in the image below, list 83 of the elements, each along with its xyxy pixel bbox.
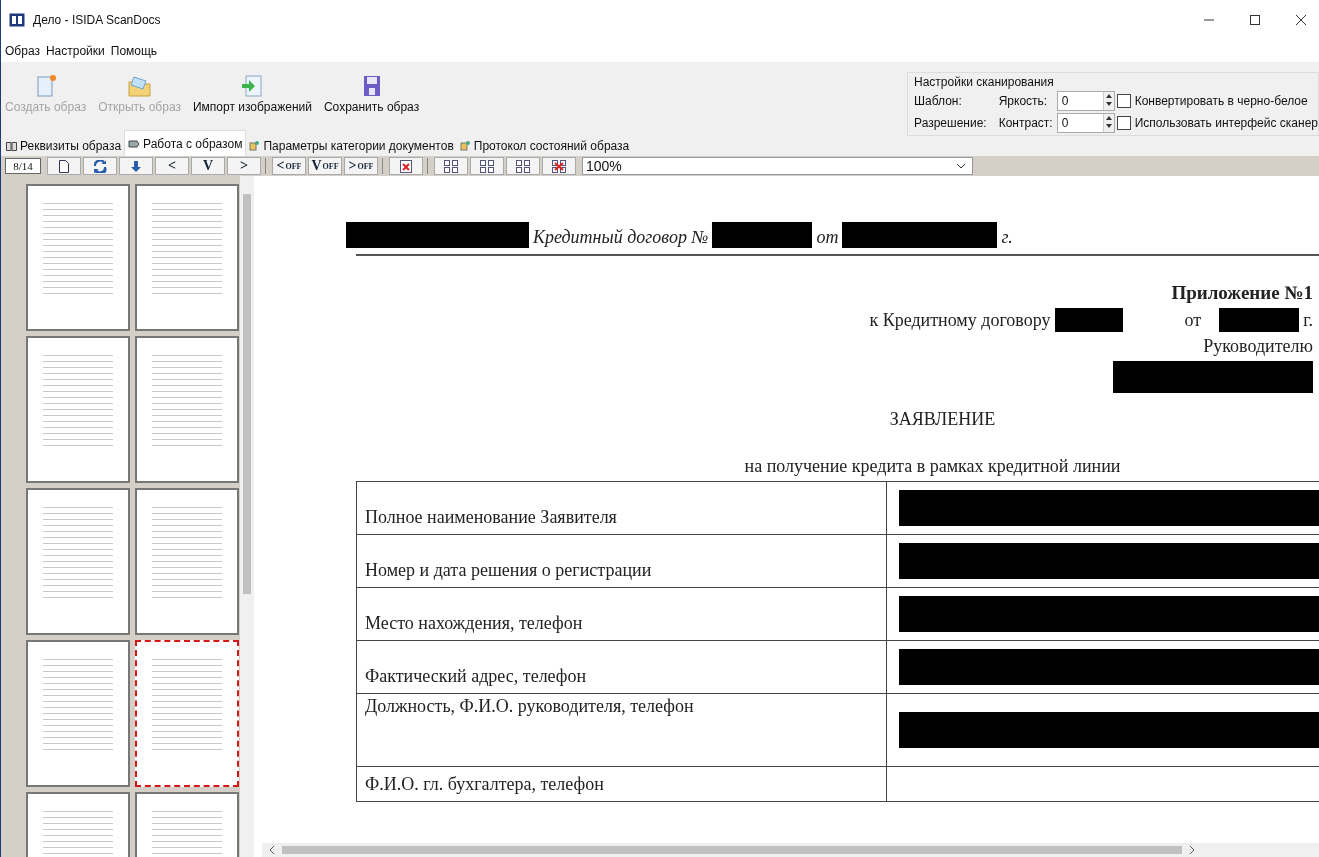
field-label: Яркость:	[998, 94, 1049, 108]
grid-button[interactable]	[470, 157, 504, 175]
document-subheading: на получение кредита в рамках кредитной линии	[744, 456, 1121, 477]
group-title: Настройки сканирования	[914, 75, 1055, 89]
tab[interactable]: Протокол состояний образа	[456, 135, 633, 156]
close-icon[interactable]	[1295, 14, 1307, 26]
down-arrow-button[interactable]	[119, 157, 153, 175]
grid-delete-icon	[551, 159, 567, 173]
grid-icon	[515, 159, 531, 173]
table-cell: Место нахождения, телефон	[357, 588, 887, 640]
delete-page-button[interactable]	[389, 157, 423, 175]
document-icon	[459, 140, 471, 151]
blank-page-button[interactable]	[47, 157, 81, 175]
grid-button[interactable]	[434, 157, 468, 175]
blank-page-icon	[58, 159, 70, 173]
tab[interactable]: Работа с образом	[124, 130, 247, 156]
checkbox[interactable]: Использовать интерфейс сканер	[1116, 116, 1318, 130]
grid-icon	[443, 159, 459, 173]
nav-off-button[interactable]: <OFF	[272, 157, 306, 175]
caret-icon	[956, 163, 966, 169]
tab[interactable]: Параметры категории документов	[246, 135, 457, 156]
header-text: от	[816, 227, 839, 248]
zoom-dropdown[interactable]: 100%	[582, 157, 973, 175]
horizontal-scrollbar[interactable]	[262, 843, 1319, 857]
addressee-text: Руководителю	[1203, 336, 1313, 357]
header-text: Кредитный договор №	[533, 227, 709, 248]
grid-delete-button[interactable]	[542, 157, 576, 175]
table-cell: Номер и дата решения о регистрации	[357, 535, 887, 587]
menu-item[interactable]: Настройки	[45, 44, 105, 58]
tag-icon	[128, 138, 141, 149]
contrast-spinner[interactable]: 0	[1056, 113, 1115, 133]
nav-button[interactable]: >	[227, 157, 261, 175]
folder-icon	[126, 74, 153, 98]
table-cell: Полное наименование Заявителя	[357, 482, 887, 534]
app-icon	[9, 13, 25, 27]
vertical-scrollbar[interactable]	[240, 176, 254, 857]
page-thumbnail[interactable]	[135, 640, 239, 787]
book-icon	[6, 140, 17, 151]
nav-off-button[interactable]: VOFF	[308, 157, 342, 175]
page-thumbnail[interactable]	[26, 336, 130, 483]
window-title: Дело - ISIDA ScanDocs	[33, 13, 161, 27]
page-thumbnail[interactable]	[135, 184, 239, 331]
page-thumbnail[interactable]	[135, 488, 239, 635]
brightness-spinner[interactable]: 0	[1056, 91, 1115, 111]
appendix-title: Приложение №1	[1171, 282, 1313, 304]
contract-ref: к Кредитному договору	[869, 309, 1051, 331]
new-document-icon	[34, 74, 57, 98]
header-text: г.	[1001, 227, 1013, 248]
field-label: Разрешение:	[914, 116, 987, 130]
contract-date-label: от	[1184, 309, 1202, 331]
year-label: г.	[1303, 309, 1313, 331]
document-icon	[249, 140, 261, 151]
page-thumbnail[interactable]	[135, 336, 239, 483]
maximize-icon[interactable]	[1249, 14, 1261, 26]
field-label: Контраст:	[998, 116, 1053, 130]
table-cell: Ф.И.О. гл. бухгалтера, телефон	[357, 767, 887, 801]
ribbon-button[interactable]: Сохранить образ	[321, 74, 422, 114]
rotate-icon	[93, 159, 107, 173]
ribbon-button[interactable]: Импорт изображений	[190, 74, 314, 114]
nav-off-button[interactable]: >OFF	[344, 157, 378, 175]
import-arrow-icon	[240, 74, 265, 98]
menu-item[interactable]: Образ	[5, 44, 40, 58]
grid-icon	[479, 159, 495, 173]
page-thumbnail[interactable]	[26, 640, 130, 787]
page-thumbnail[interactable]	[26, 184, 130, 331]
delete-page-icon	[400, 159, 412, 173]
table-cell: Фактический адрес, телефон	[357, 641, 887, 693]
scroll-right-icon[interactable]	[1188, 845, 1196, 855]
page-thumbnail[interactable]	[26, 488, 130, 635]
grid-button[interactable]	[506, 157, 540, 175]
redaction-block	[1054, 308, 1123, 332]
checkbox[interactable]: Конвертировать в черно-белое	[1116, 94, 1318, 108]
field-label: Шаблон:	[914, 94, 963, 108]
menu-item[interactable]: Помощь	[110, 44, 158, 58]
down-arrow-icon	[130, 159, 142, 173]
rotate-button[interactable]	[83, 157, 117, 175]
page-counter: 8/14	[5, 158, 41, 174]
table-cell: Должность, Ф.И.О. руководителя, телефон	[357, 694, 887, 766]
scroll-left-icon[interactable]	[268, 845, 276, 855]
document-heading: ЗАЯВЛЕНИЕ	[889, 409, 996, 430]
nav-button[interactable]: V	[191, 157, 225, 175]
tab[interactable]: Реквизиты образа	[3, 135, 125, 156]
nav-button[interactable]: <	[155, 157, 189, 175]
